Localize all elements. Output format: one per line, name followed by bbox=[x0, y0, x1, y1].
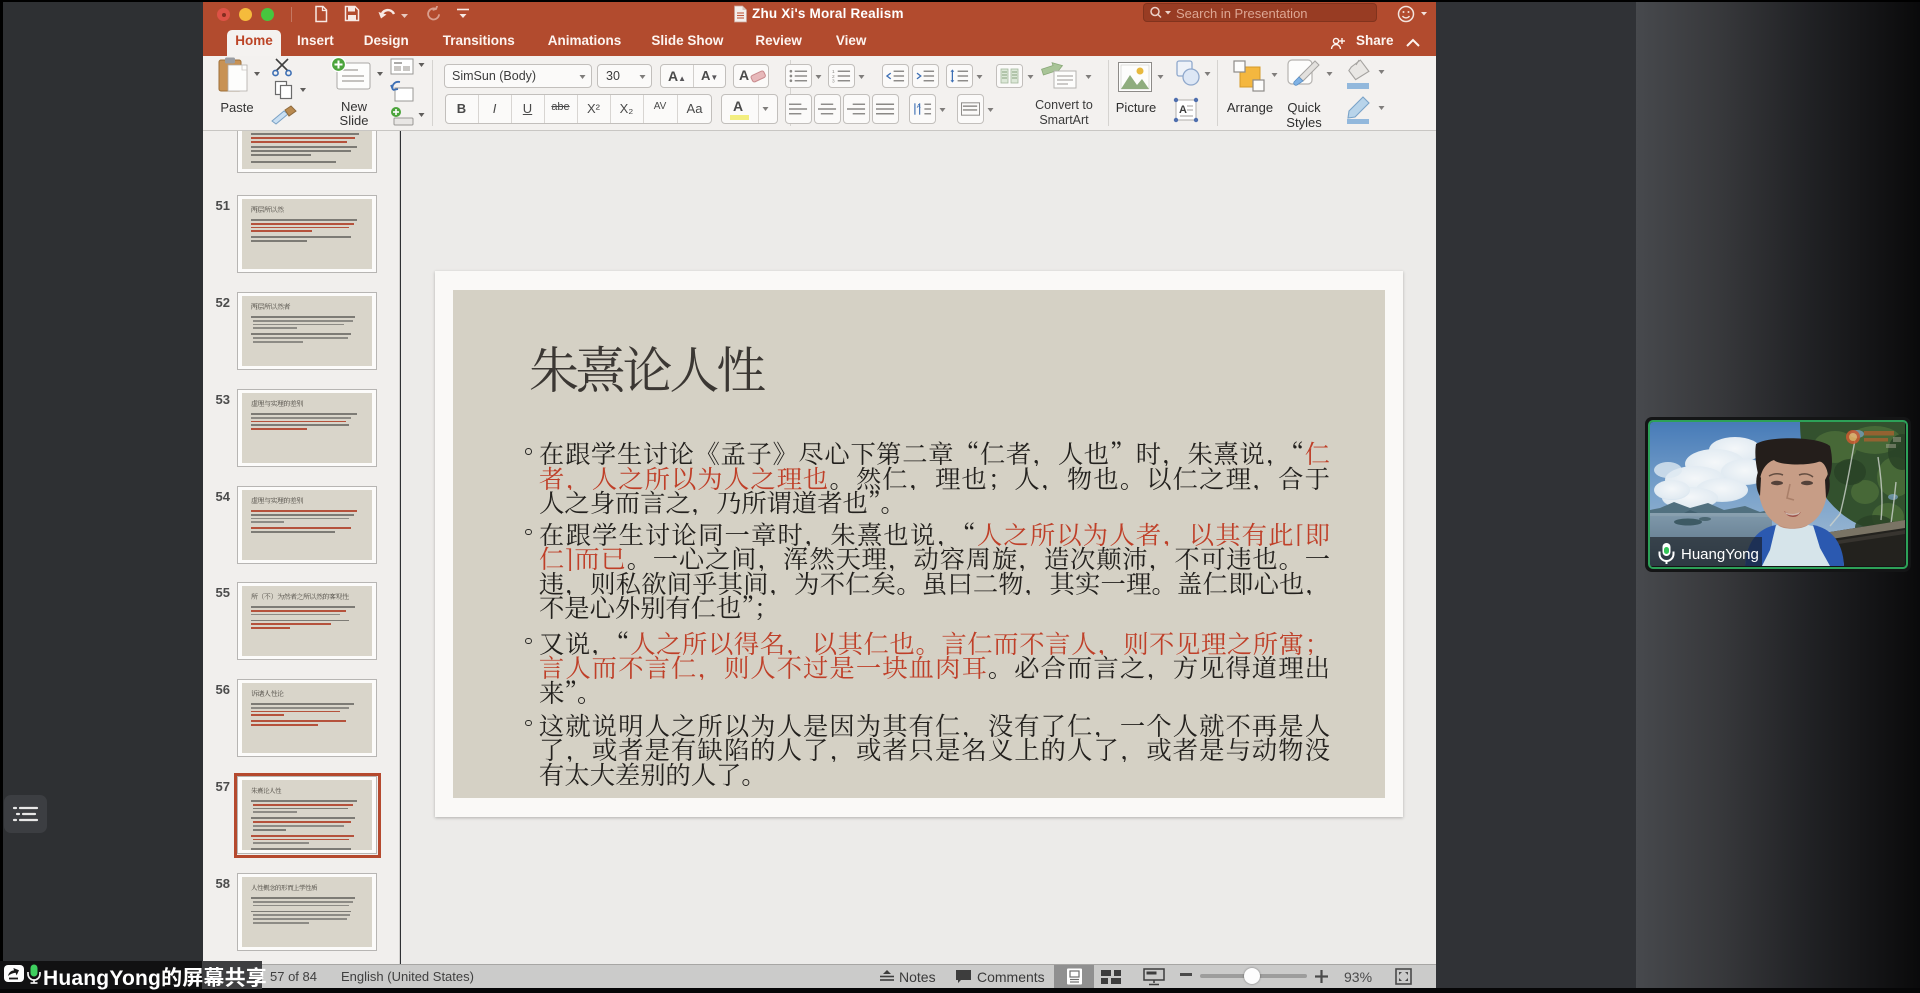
svg-text:3: 3 bbox=[832, 79, 835, 83]
svg-text:A: A bbox=[1179, 104, 1187, 116]
svg-text:A: A bbox=[917, 104, 921, 110]
